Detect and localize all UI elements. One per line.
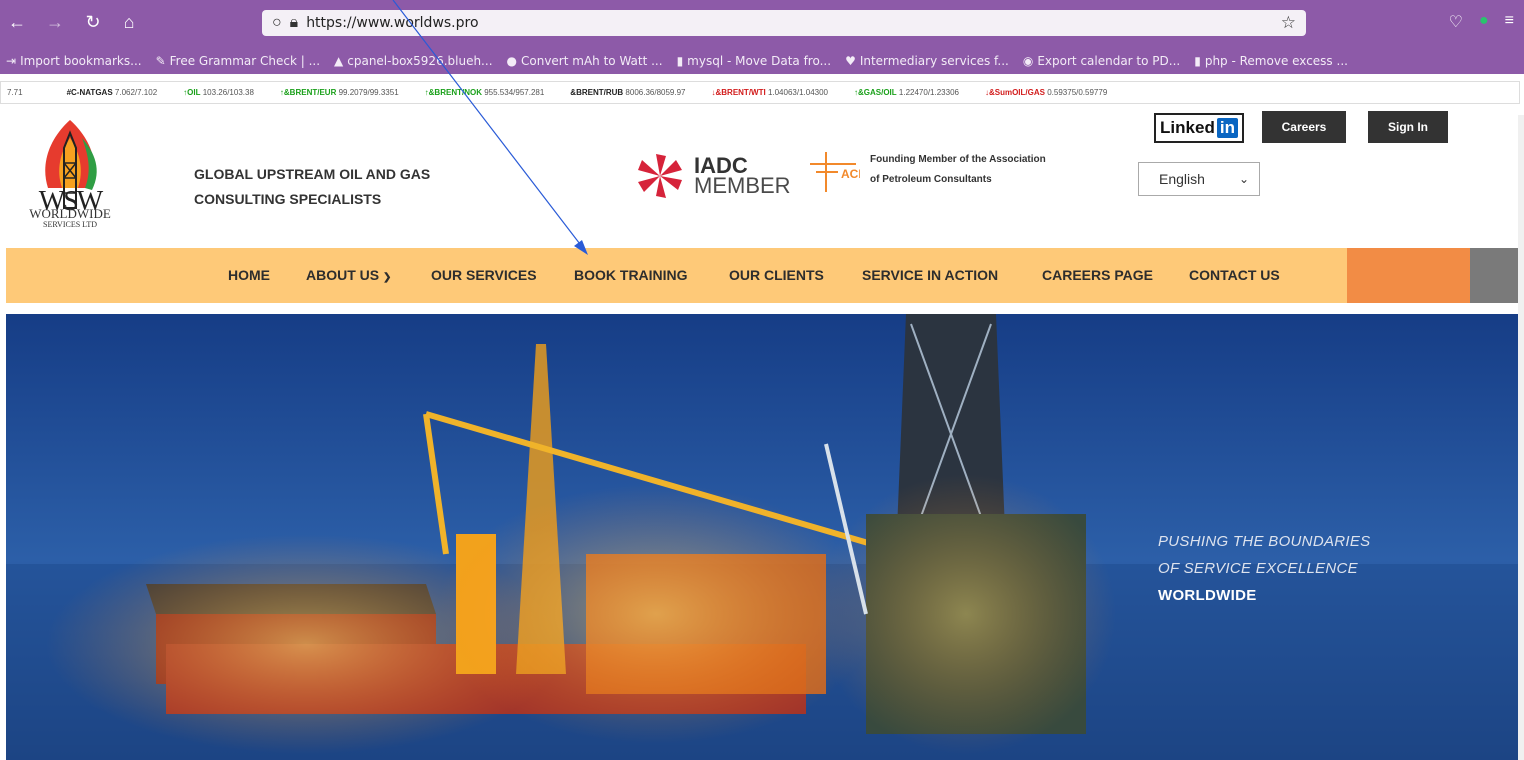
- stackoverflow-icon: ▮: [676, 54, 684, 68]
- iadc-member-badge[interactable]: IADC MEMBER: [636, 152, 791, 200]
- ticker-item: ↓&BRENT/WTI 1.04063/1.04300: [711, 88, 828, 97]
- chevron-down-icon: ⌄: [1238, 172, 1249, 186]
- nav-about-us[interactable]: ABOUT US ❯: [306, 267, 391, 283]
- price-ticker: 7.71 #C-NATGAS 7.062/7.102 ↑OIL 103.26/103…: [0, 81, 1520, 104]
- bookmark-item[interactable]: ▮ mysql - Move Data fro...: [677, 54, 832, 68]
- iadc-logo-icon: [638, 154, 682, 198]
- bookmark-item[interactable]: ♥ Intermediary services f...: [845, 54, 1009, 68]
- ticker-item: &BRENT/RUB 8006.36/8059.97: [570, 88, 686, 97]
- bookmark-item[interactable]: ◉ Export calendar to PD...: [1023, 54, 1180, 68]
- language-select[interactable]: English ⌄: [1138, 162, 1260, 196]
- stackoverflow-icon: ▮: [1194, 54, 1201, 68]
- nav-search-block[interactable]: [1470, 248, 1518, 303]
- forward-icon[interactable]: →: [40, 12, 70, 33]
- ticker-item: ↑&BRENT/EUR 99.2079/99.3351: [279, 88, 399, 97]
- ticker-item: 7.71: [7, 88, 23, 97]
- careers-button[interactable]: Careers: [1262, 111, 1346, 143]
- sign-in-button[interactable]: Sign In: [1368, 111, 1448, 143]
- ticker-item: ↑&BRENT/NOK 955.534/957.281: [424, 88, 545, 97]
- ticker-item: #C-NATGAS 7.062/7.102: [66, 88, 158, 97]
- reload-icon[interactable]: ↻: [78, 12, 108, 33]
- nav-home[interactable]: HOME: [228, 267, 270, 283]
- ticker-item: ↑OIL 103.26/103.38: [183, 88, 254, 97]
- github-icon: ◉: [1022, 54, 1034, 68]
- bookmark-item[interactable]: ✎ Free Grammar Check | ...: [156, 54, 320, 68]
- bookmark-item[interactable]: ● Convert mAh to Watt ...: [507, 54, 663, 68]
- bookmarks-bar: ⇥ Import bookmarks... ✎ Free Grammar Check …: [0, 48, 1524, 74]
- bookmark-item[interactable]: ⇥ Import bookmarks...: [6, 54, 142, 68]
- nav-service-in-action[interactable]: SERVICE IN ACTION: [862, 267, 998, 283]
- chevron-down-icon: ❯: [383, 272, 392, 283]
- home-icon[interactable]: ⌂: [114, 12, 144, 33]
- menu-icon[interactable]: ≡: [1505, 12, 1514, 32]
- logo-wordmark: WORLDWIDE SERVICES LTD: [29, 206, 111, 229]
- linkedin-icon: in: [1216, 118, 1238, 138]
- cpanel-icon: ▲: [334, 54, 344, 68]
- nav-accent-block: [1347, 248, 1470, 303]
- pen-icon: ✎: [155, 54, 166, 68]
- apc-logo-icon: ACP: [810, 152, 860, 192]
- lock-icon[interactable]: 🔒︎: [290, 14, 299, 32]
- ticker-item: ↓&SumOIL/GAS 0.59375/0.59779: [984, 88, 1108, 97]
- nav-book-training[interactable]: BOOK TRAINING: [574, 267, 688, 283]
- nav-careers-page[interactable]: CAREERS PAGE: [1042, 267, 1153, 283]
- page-scrollbar[interactable]: [1518, 115, 1524, 760]
- bookmark-item[interactable]: ▲ cpanel-box5926.blueh...: [334, 54, 493, 68]
- address-bar[interactable]: ○ 🔒︎ https://www.worldws.pro ☆: [262, 10, 1306, 36]
- linkedin-button[interactable]: Linked in: [1154, 113, 1244, 143]
- main-nav: HOME ABOUT US ❯ OUR SERVICES BOOK TRAINI…: [6, 248, 1518, 303]
- company-tagline: GLOBAL UPSTREAM OIL AND GAS CONSULTING S…: [194, 166, 431, 207]
- pocket-icon[interactable]: ♡: [1449, 12, 1463, 32]
- heart-icon: ♥: [845, 54, 856, 68]
- nav-contact-us[interactable]: CONTACT US: [1189, 267, 1280, 283]
- globe-icon: ●: [506, 54, 517, 68]
- nav-our-services[interactable]: OUR SERVICES: [431, 267, 537, 283]
- ticker-item: ↑&GAS/OIL 1.22470/1.23306: [854, 88, 959, 97]
- import-icon: ⇥: [6, 54, 17, 68]
- back-icon[interactable]: ←: [2, 12, 32, 33]
- apc-member-badge[interactable]: ACP Founding Member of the Association o…: [808, 150, 1046, 194]
- bookmark-star-icon[interactable]: ☆: [1281, 13, 1296, 33]
- nav-our-clients[interactable]: OUR CLIENTS: [729, 267, 824, 283]
- extension-icon[interactable]: ●: [1479, 12, 1489, 32]
- bookmark-item[interactable]: ▮ php - Remove excess ...: [1194, 54, 1348, 68]
- url-text[interactable]: https://www.worldws.pro: [306, 15, 478, 31]
- svg-text:ACP: ACP: [841, 167, 860, 181]
- shield-icon[interactable]: ○: [272, 14, 282, 32]
- browser-toolbar: ← → ↻ ⌂ ○ 🔒︎ https://www.worldws.pro ☆ ♡…: [0, 0, 1524, 44]
- hero-tagline: PUSHING THE BOUNDARIES OF SERVICE EXCELL…: [1158, 533, 1371, 604]
